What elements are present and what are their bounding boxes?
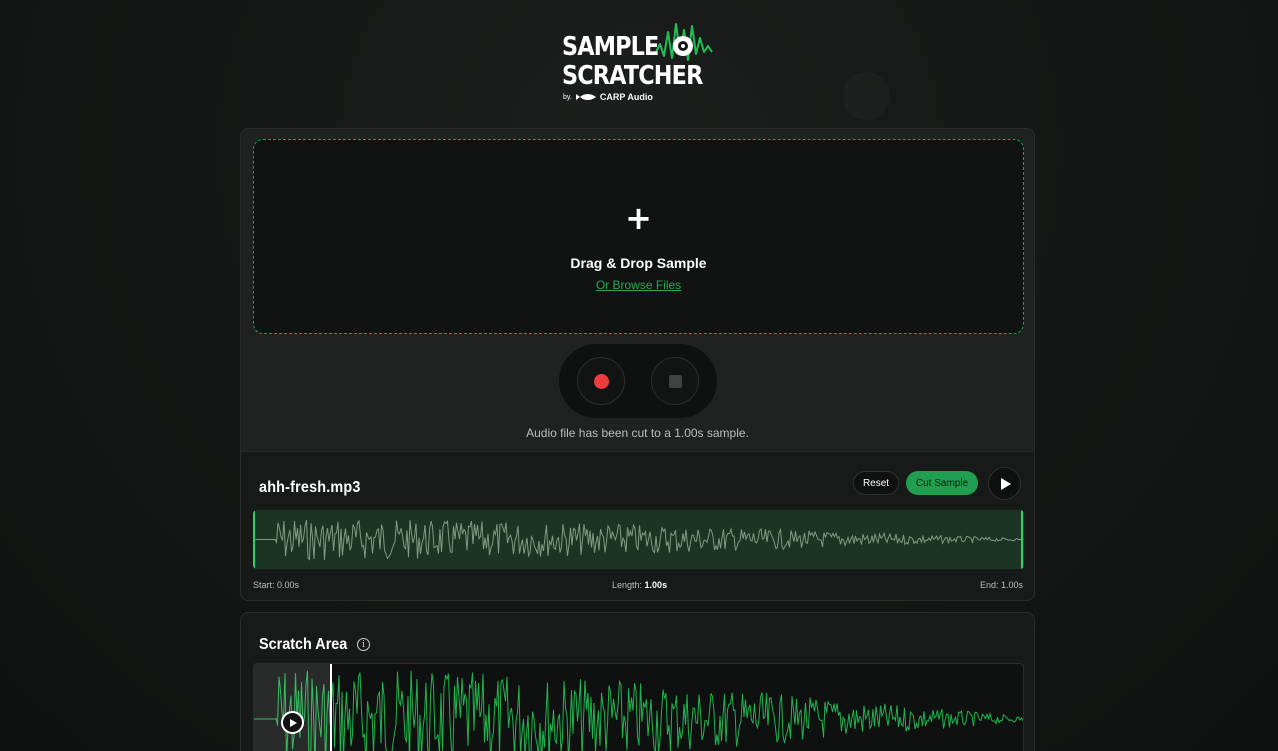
play-icon [1001,477,1011,490]
brand-company: CARP Audio [599,92,653,102]
end-handle[interactable] [1021,510,1023,569]
start-time: Start: 0.00s [253,580,300,590]
cut-sample-button[interactable]: Cut Sample [906,471,978,495]
sample-file-name: ahh-fresh.mp3 [259,479,361,496]
scratch-play-button[interactable] [281,711,304,734]
brand-by-prefix: by. [563,93,572,101]
length-readout: Length: 1.00s [612,580,667,590]
start-handle[interactable] [253,510,255,569]
scratch-waveform-graphic [254,670,1023,751]
upload-card: + Drag & Drop Sample Or Browse Files Aud… [240,128,1035,452]
recorder-status: Audio file has been cut to a 1.00s sampl… [526,426,749,440]
record-button[interactable] [577,357,625,405]
drop-zone-title: Drag & Drop Sample [570,255,707,271]
recorder-controls [559,344,717,418]
background-decoration [842,72,890,120]
brand-byline: by. CARP Audio [563,92,653,102]
brand-logo: SAMPLE SCRATCHER by. CARP Audio [562,18,722,104]
drop-zone[interactable]: + Drag & Drop Sample Or Browse Files [253,139,1024,334]
reset-button[interactable]: Reset [853,471,899,495]
plus-icon: + [625,199,652,237]
fish-icon [575,94,596,100]
sample-waveform[interactable] [253,510,1024,569]
brand-title-line-1: SAMPLE [562,32,659,62]
length-value: 1.00s [644,580,668,590]
scratch-played-region [254,664,331,751]
scratch-card: Scratch Area i [240,612,1035,751]
sample-waveform-graphic [253,519,1024,561]
scratch-area-title: Scratch Area [259,636,348,653]
record-icon [593,373,609,389]
length-label: Length: [612,580,643,590]
record-icon [673,36,693,56]
scratch-waveform-area[interactable] [253,663,1024,751]
stop-button[interactable] [651,357,699,405]
browse-files-link[interactable]: Or Browse Files [596,278,681,292]
sample-card: ahh-fresh.mp3 Reset Cut Sample Start: 0.… [240,451,1035,601]
scratch-playhead[interactable] [330,664,332,751]
play-sample-button[interactable] [988,467,1021,500]
info-icon[interactable]: i [357,638,370,651]
stop-icon [668,374,682,388]
play-icon [290,718,297,727]
end-time: End: 1.00s [979,580,1023,590]
brand-title-line-2: SCRATCHER [562,61,703,91]
